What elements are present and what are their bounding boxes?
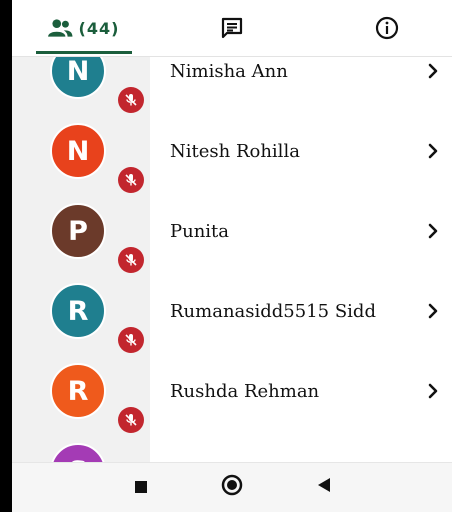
avatar: N bbox=[50, 123, 106, 179]
chevron-right-icon[interactable] bbox=[426, 303, 440, 319]
participant-list: N Nimisha Ann N Nitesh Rohilla P Punita R Ruman… bbox=[12, 56, 452, 462]
participant-row[interactable]: P Punita bbox=[12, 199, 452, 279]
participant-name: Rumanasidd5515 Sidd bbox=[170, 301, 376, 322]
home-button[interactable] bbox=[221, 474, 243, 500]
avatar: R bbox=[50, 283, 106, 339]
back-button[interactable] bbox=[317, 477, 331, 497]
participant-name: Nimisha Ann bbox=[170, 61, 288, 82]
mic-muted-icon bbox=[118, 87, 144, 113]
mic-muted-icon bbox=[118, 167, 144, 193]
avatar: R bbox=[50, 363, 106, 419]
tab-bar: (44) bbox=[12, 0, 452, 57]
participant-count: (44) bbox=[78, 18, 120, 38]
screen: (44) N Nimisha Ann N Nitesh Rohilla P Punita R… bbox=[12, 0, 452, 512]
chat-icon bbox=[221, 17, 243, 39]
participant-row[interactable]: SSajid Chaudhary bbox=[12, 439, 452, 462]
info-icon bbox=[375, 16, 399, 40]
recents-button[interactable] bbox=[134, 479, 148, 498]
mic-muted-icon bbox=[118, 407, 144, 433]
avatar-initial: R bbox=[67, 295, 89, 327]
avatar: S bbox=[50, 443, 106, 462]
avatar: P bbox=[50, 203, 106, 259]
participant-row[interactable]: R Rumanasidd5515 Sidd bbox=[12, 279, 452, 359]
tab-participants[interactable]: (44) bbox=[20, 0, 146, 56]
participant-row[interactable]: N Nimisha Ann bbox=[12, 56, 452, 119]
chevron-right-icon[interactable] bbox=[426, 223, 440, 239]
back-triangle-icon bbox=[318, 478, 330, 492]
tab-info[interactable] bbox=[357, 0, 417, 56]
participant-name: Punita bbox=[170, 221, 230, 242]
home-circle-icon bbox=[221, 474, 243, 496]
square-icon bbox=[135, 481, 147, 493]
avatar-initial: N bbox=[66, 56, 90, 87]
tab-chat[interactable] bbox=[202, 0, 262, 56]
avatar-initial: P bbox=[68, 215, 88, 247]
avatar-initial: N bbox=[66, 135, 90, 167]
chevron-right-icon[interactable] bbox=[426, 383, 440, 399]
tab-selected-indicator bbox=[36, 51, 132, 54]
participant-row[interactable]: R Rushda Rehman bbox=[12, 359, 452, 439]
system-nav-bar bbox=[12, 462, 452, 512]
participant-row[interactable]: N Nitesh Rohilla bbox=[12, 119, 452, 199]
avatar-initial: R bbox=[67, 375, 89, 407]
mic-muted-icon bbox=[118, 327, 144, 353]
mic-muted-icon bbox=[118, 247, 144, 273]
participant-name: Nitesh Rohilla bbox=[170, 141, 300, 162]
people-icon bbox=[47, 19, 73, 37]
avatar: N bbox=[50, 56, 106, 99]
chevron-right-icon[interactable] bbox=[426, 143, 440, 159]
chevron-right-icon[interactable] bbox=[426, 63, 440, 79]
participant-name: Rushda Rehman bbox=[170, 381, 320, 402]
